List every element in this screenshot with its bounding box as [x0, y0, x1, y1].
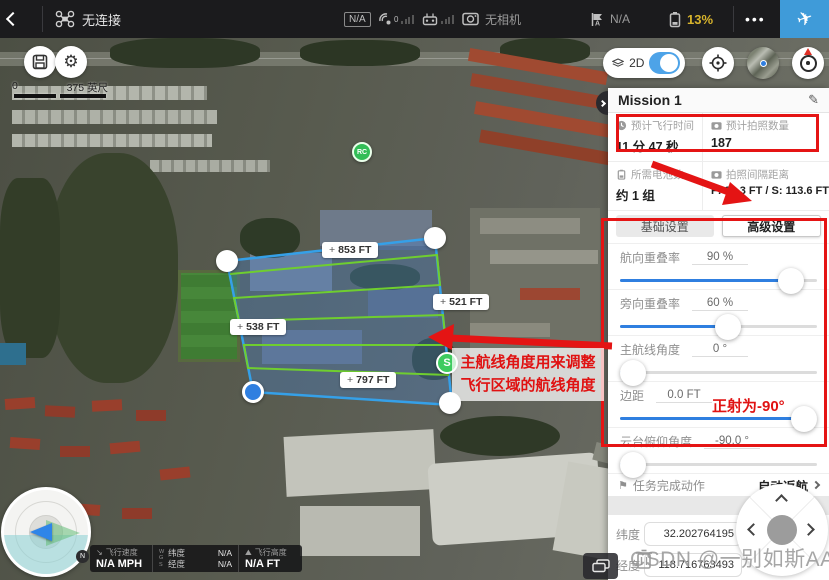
speed-arrow-icon: ↘ [96, 548, 103, 557]
flag-icon: ⚑ [618, 479, 628, 492]
view-mode-label: 2D [629, 56, 644, 70]
camera-status: 无相机 [485, 11, 521, 28]
crosshair-icon [709, 54, 727, 72]
vertex-handle-selected[interactable] [242, 381, 264, 403]
flight-mode-flag-icon: A [590, 12, 605, 27]
battery-icon [616, 169, 627, 180]
edge-distance-label: +538 FT [230, 319, 286, 335]
annotation-note: 主航线角度用来调整 飞行区域的航线角度 [452, 348, 604, 401]
move-cross-icon: + [329, 244, 335, 256]
chevron-right-icon [812, 481, 820, 489]
svg-text:A: A [595, 20, 600, 27]
stat-battery-count: 所需电池数 约 1 组 [608, 162, 703, 211]
aircraft-connection: 无连接 [55, 0, 121, 38]
gps-status[interactable]: 0 [378, 0, 414, 38]
move-cross-icon: + [347, 374, 353, 386]
edge-distance-label: +853 FT [322, 242, 378, 258]
north-badge: N [76, 550, 89, 563]
wgs-label: WGS [159, 549, 166, 567]
map-stack-icon [592, 559, 610, 573]
battery-percent: 13% [687, 12, 713, 27]
nudge-up-button[interactable] [775, 494, 788, 507]
rc-signal[interactable] [422, 0, 454, 38]
vertex-handle[interactable] [424, 227, 446, 249]
airplane-icon: ✈ [794, 6, 816, 32]
back-button[interactable] [8, 0, 18, 38]
compass-north-needle [804, 48, 812, 55]
gps-satellite-icon [378, 12, 393, 27]
mission-title: Mission 1 [618, 92, 682, 108]
drone-icon [55, 10, 75, 28]
app-screen: S RC +853 FT +521 FT +538 FT +797 FT ⚙ 0… [0, 0, 829, 580]
map-layers-button[interactable] [583, 553, 618, 579]
move-cross-icon: + [440, 296, 446, 308]
more-dots-icon: ••• [745, 11, 766, 27]
rc-mode-value: N/A [610, 12, 630, 26]
remote-controller-icon [422, 12, 438, 26]
save-mission-button[interactable] [24, 46, 56, 78]
altitude-icon: ⛰ [245, 548, 252, 558]
save-icon [32, 54, 48, 70]
vertex-handle[interactable] [216, 250, 238, 272]
compass-ring-icon [800, 55, 817, 72]
camera-status-group[interactable]: 无相机 [462, 0, 521, 38]
map-mode-pill[interactable]: 2D [603, 48, 685, 78]
telemetry-bar: ↘飞行速度 N/A MPH WGS 纬度N/A 经度N/A ⛰飞行高度 N/A … [90, 545, 302, 572]
status-bar: 无连接 N/A 0 [0, 0, 829, 38]
edge-distance-label: +521 FT [433, 294, 489, 310]
nudge-left-button[interactable] [747, 523, 760, 536]
attitude-compass[interactable] [1, 487, 91, 577]
nudge-center-button[interactable] [767, 515, 797, 545]
flight-mode-badge: N/A [344, 0, 371, 38]
edge-distance-label: +797 FT [340, 372, 396, 388]
rc-location-marker: RC [352, 142, 372, 162]
divider [733, 6, 734, 32]
aircraft-heading-arrow [30, 523, 52, 541]
edit-mission-icon[interactable]: ✎ [808, 92, 819, 108]
mission-header: Mission 1 ✎ [608, 88, 829, 113]
divider [42, 6, 43, 32]
watermark: CSDN @一别如斯AA [630, 543, 829, 573]
stat-photo-interval: 拍照间隔距离 F: 21.3 FT / S: 113.6 FT [703, 162, 829, 211]
takeoff-button[interactable]: ✈ [780, 0, 829, 38]
camera-icon [462, 12, 479, 26]
compass-reset-button[interactable] [792, 47, 824, 79]
gps-count: 0 [394, 15, 398, 24]
battery-icon [668, 11, 682, 28]
annotation-rect-stats [616, 114, 819, 152]
map-scale-bar: 0375 英尺 [12, 80, 108, 95]
gear-icon: ⚙ [63, 52, 78, 72]
rc-signal-bars [441, 15, 454, 24]
move-cross-icon: + [237, 321, 243, 333]
layers-icon [612, 57, 624, 69]
2d-toggle[interactable] [649, 52, 680, 74]
rc-mode-group[interactable]: A N/A [590, 0, 630, 38]
gps-signal-bars [401, 15, 414, 24]
more-menu-button[interactable]: ••• [745, 0, 766, 38]
altitude-cell: ⛰飞行高度 N/A FT [238, 545, 300, 572]
camera-icon [711, 169, 722, 180]
battery-status[interactable]: 13% [668, 0, 713, 38]
slider-knob[interactable] [620, 452, 646, 478]
locate-me-button[interactable] [702, 47, 734, 79]
annotation-ortho-note: 正射为-90° [712, 395, 785, 416]
speed-cell: ↘飞行速度 N/A MPH [90, 545, 152, 572]
nudge-right-button[interactable] [802, 523, 815, 536]
minimap-thumbnail[interactable] [747, 47, 779, 79]
drone-position-dot [760, 60, 767, 67]
wgs-cell: WGS 纬度N/A 经度N/A [152, 545, 238, 572]
connection-status: 无连接 [82, 10, 121, 29]
mission-settings-button[interactable]: ⚙ [55, 46, 87, 78]
